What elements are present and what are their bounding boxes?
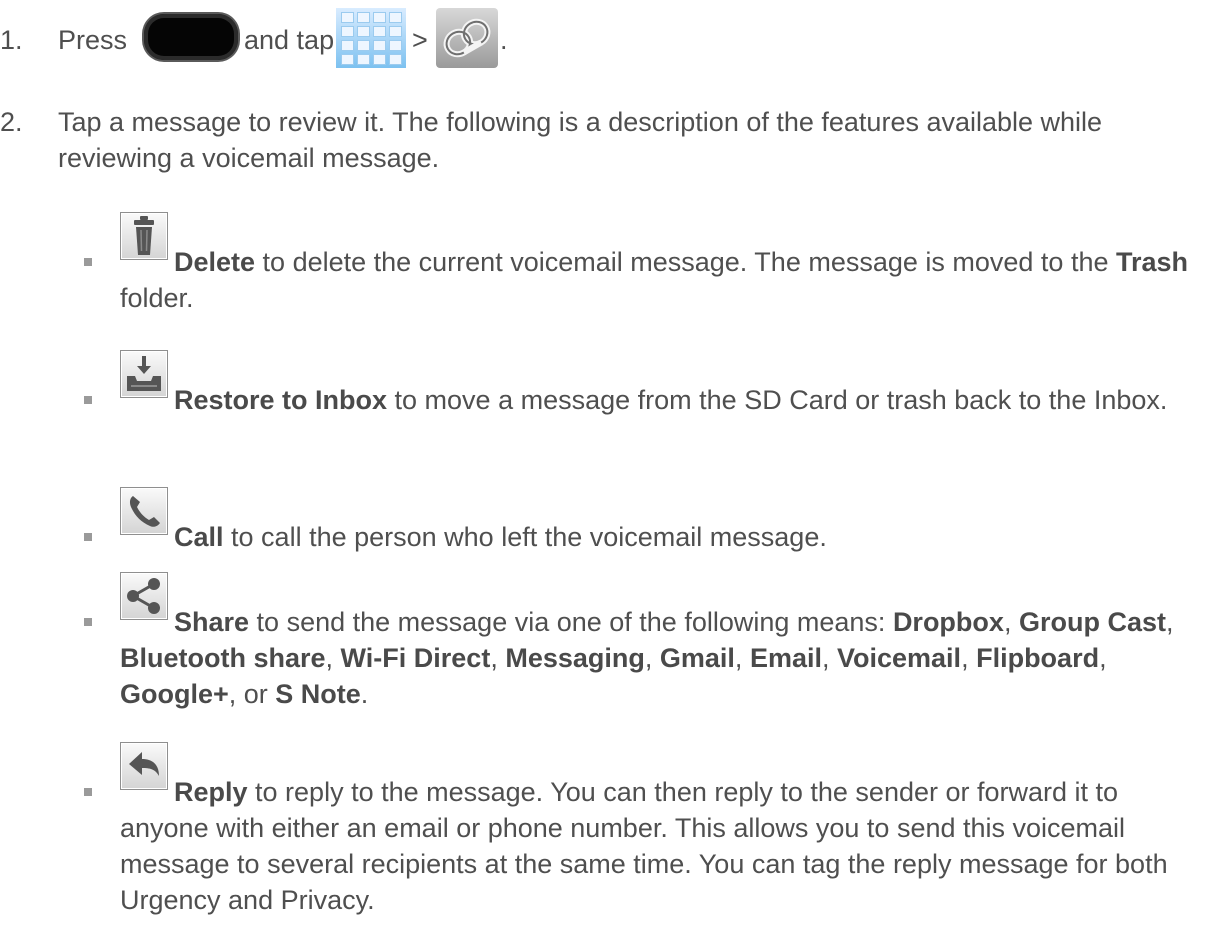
bullet-marker bbox=[84, 258, 92, 266]
home-key-icon bbox=[144, 14, 238, 60]
share-means-separator: , bbox=[734, 643, 750, 673]
option-description: to delete the current voicemail message.… bbox=[255, 247, 1116, 277]
option-text: Delete to delete the current voicemail m… bbox=[120, 244, 1200, 316]
bullet-marker bbox=[84, 396, 92, 404]
step-1: 1. Press and tap > . bbox=[0, 0, 1210, 80]
share-means-item: Google+ bbox=[120, 679, 229, 709]
bullet-marker bbox=[84, 788, 92, 796]
option-label: Delete bbox=[174, 247, 256, 277]
share-means-item: Messaging bbox=[505, 643, 645, 673]
bullet-marker bbox=[84, 618, 92, 626]
share-means-separator: , bbox=[490, 643, 506, 673]
share-means-item: S Note bbox=[275, 679, 361, 709]
share-means-separator: , or bbox=[228, 679, 276, 709]
and-tap-label: and tap bbox=[244, 25, 335, 55]
option-label: Share bbox=[174, 607, 250, 637]
step-number: 2. bbox=[0, 107, 23, 137]
share-means-item: Email bbox=[749, 643, 822, 673]
share-means-separator: , bbox=[961, 643, 977, 673]
share-means-separator: . bbox=[360, 679, 369, 709]
option-text: Reply to reply to the message. You can t… bbox=[120, 774, 1200, 918]
apps-grid-icon bbox=[336, 8, 406, 68]
share-means-item: Voicemail bbox=[837, 643, 962, 673]
step-number: 1. bbox=[0, 25, 23, 55]
share-means-separator: , bbox=[644, 643, 660, 673]
share-means-item: Gmail bbox=[659, 643, 735, 673]
option-text: Call to call the person who left the voi… bbox=[120, 519, 1200, 555]
share-means-separator: , bbox=[1003, 607, 1019, 637]
option-label: Restore to Inbox bbox=[174, 385, 388, 415]
option-description-end: folder. bbox=[120, 283, 194, 313]
share-means-item: Group Cast bbox=[1018, 607, 1166, 637]
option-description: to call the person who left the voicemai… bbox=[223, 522, 827, 552]
period: . bbox=[500, 25, 508, 55]
option-delete: Delete to delete the current voicemail m… bbox=[0, 212, 1210, 322]
option-text: Restore to Inbox to move a message from … bbox=[120, 382, 1200, 418]
trash-folder-label: Trash bbox=[1116, 247, 1189, 277]
step-2: 2. Tap a message to review it. The follo… bbox=[0, 104, 1210, 184]
option-description: to move a message from the SD Card or tr… bbox=[387, 385, 1168, 415]
option-label: Reply bbox=[174, 777, 248, 807]
voicemail-icon bbox=[436, 8, 498, 68]
option-restore-to-inbox: Restore to Inbox to move a message from … bbox=[0, 350, 1210, 460]
option-label: Call bbox=[174, 522, 224, 552]
share-means-item: Bluetooth share bbox=[120, 643, 326, 673]
option-description: to send the message via one of the follo… bbox=[249, 607, 893, 637]
share-means-item: Flipboard bbox=[976, 643, 1100, 673]
share-means-separator: , bbox=[325, 643, 341, 673]
share-means-separator: , bbox=[821, 643, 837, 673]
share-means-separator: , bbox=[1165, 607, 1174, 637]
option-text: Share to send the message via one of the… bbox=[120, 604, 1200, 712]
share-means-item: Dropbox bbox=[892, 607, 1004, 637]
share-means-separator: , bbox=[1099, 643, 1107, 673]
option-reply: Reply to reply to the message. You can t… bbox=[0, 742, 1210, 932]
option-call: Call to call the person who left the voi… bbox=[0, 487, 1210, 557]
separator: > bbox=[412, 25, 428, 55]
share-means-item: Wi-Fi Direct bbox=[340, 643, 491, 673]
bullet-marker bbox=[84, 533, 92, 541]
option-share: Share to send the message via one of the… bbox=[0, 572, 1210, 732]
option-description: to reply to the message. You can then re… bbox=[120, 777, 1168, 915]
press-label: Press bbox=[58, 25, 128, 55]
step-text: Tap a message to review it. The followin… bbox=[58, 107, 1103, 173]
